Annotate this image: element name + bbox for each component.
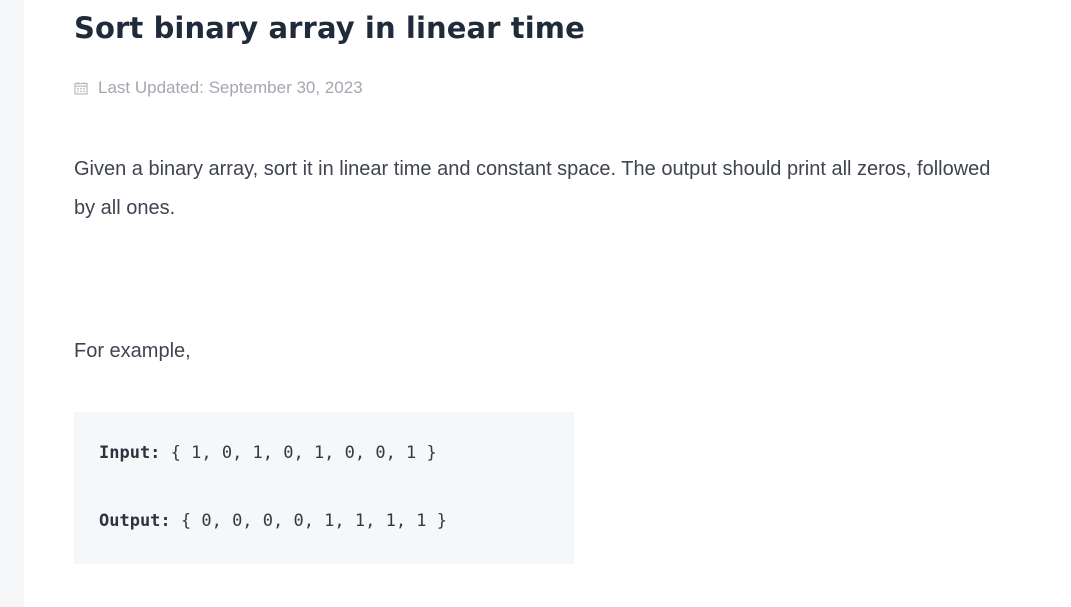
page-title: Sort binary array in linear time bbox=[74, 11, 585, 45]
post-meta: Last Updated: September 30, 2023 bbox=[74, 77, 363, 99]
input-array: { 1, 0, 1, 0, 1, 0, 0, 1 } bbox=[160, 443, 437, 463]
output-line: Output: { 0, 0, 0, 0, 1, 1, 1, 1 } bbox=[99, 509, 447, 533]
input-key: Input: bbox=[99, 443, 161, 463]
code-example-block: Input: { 1, 0, 1, 0, 1, 0, 0, 1 } Output… bbox=[74, 412, 574, 564]
last-updated-date: Last Updated: September 30, 2023 bbox=[98, 78, 363, 97]
calendar-icon bbox=[74, 81, 88, 95]
output-key: Output: bbox=[99, 511, 171, 531]
input-line: Input: { 1, 0, 1, 0, 1, 0, 0, 1 } bbox=[99, 441, 437, 465]
example-label: For example, bbox=[74, 340, 191, 362]
problem-description: Given a binary array, sort it in linear … bbox=[74, 158, 991, 219]
left-sidebar-rail bbox=[0, 0, 24, 607]
output-array: { 0, 0, 0, 0, 1, 1, 1, 1 } bbox=[170, 511, 447, 531]
